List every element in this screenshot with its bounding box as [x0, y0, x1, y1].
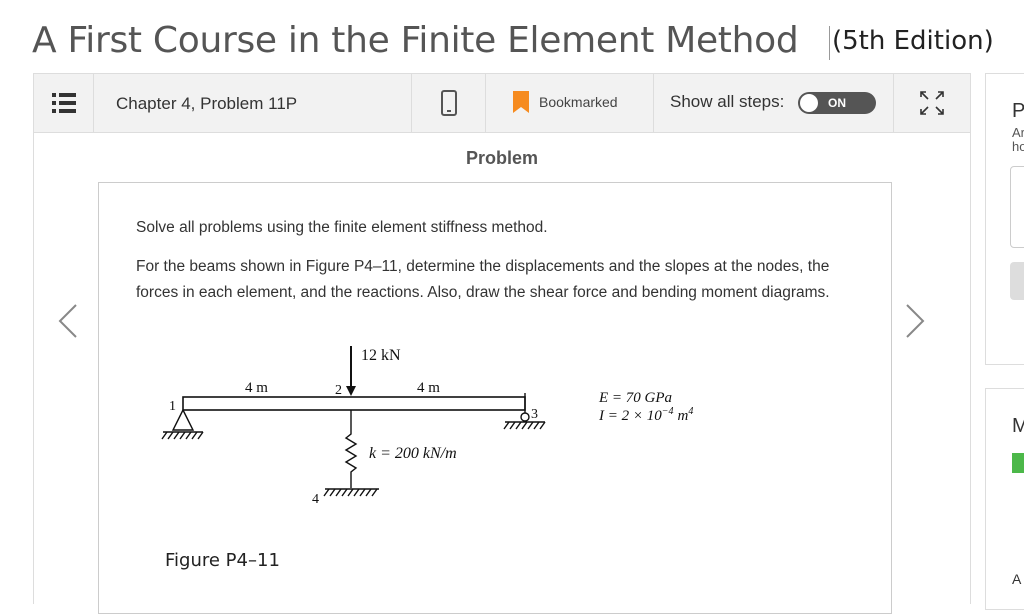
right-panel-2-heading: M: [1012, 415, 1024, 437]
book-title: A First Course in the Finite Element Met…: [32, 20, 799, 61]
progress-indicator: [1012, 453, 1024, 473]
right-panel-text-2: ho: [1012, 139, 1024, 154]
span-left-label: 4 m: [245, 380, 268, 396]
chapter-selector[interactable]: Chapter 4, Problem 11P: [94, 74, 412, 132]
beam: [182, 396, 526, 411]
toggle-state: ON: [828, 96, 846, 110]
solution-panel: Chapter 4, Problem 11P Bookmarked Show a…: [33, 73, 971, 614]
problem-instruction: Solve all problems using the finite elem…: [136, 219, 548, 236]
beam-figure: 12 kN 4 m 4 m 1 2 3 4 k = 200 kN/m E = 7…: [161, 346, 693, 571]
book-edition: (5th Edition): [832, 26, 994, 56]
show-steps-control: Show all steps: ON: [654, 74, 894, 132]
right-panel-button[interactable]: [1010, 262, 1024, 300]
spring-label: k = 200 kN/m: [369, 445, 457, 462]
load-arrow-head: [346, 386, 356, 396]
problem-heading: Problem: [465, 148, 539, 168]
node-1-label: 1: [169, 399, 176, 414]
inertia-base: I = 2 × 10: [598, 408, 662, 424]
chapter-list-button[interactable]: [34, 74, 94, 132]
list-icon: [52, 93, 76, 113]
right-panel-input[interactable]: [1010, 166, 1024, 248]
toggle-knob: [800, 94, 818, 112]
previous-arrow-icon[interactable]: [56, 303, 80, 339]
next-arrow-icon[interactable]: [903, 303, 927, 339]
show-steps-toggle[interactable]: ON: [798, 92, 876, 114]
expand-icon: [920, 91, 944, 115]
right-panel-2-footer: A: [1012, 571, 1022, 587]
phone-icon: [441, 90, 457, 116]
modulus-label: E = 70 GPa: [598, 390, 672, 406]
expand-button[interactable]: [894, 74, 970, 132]
span-right-label: 4 m: [417, 380, 440, 396]
right-panel-text-1: Ar: [1012, 125, 1024, 140]
node-2-label: 2: [335, 383, 342, 398]
inertia-unit: m: [678, 408, 689, 424]
bookmark-label: Bookmarked: [539, 94, 618, 110]
pin-support: [161, 408, 204, 440]
show-steps-label: Show all steps:: [670, 92, 785, 111]
right-panel-top: P Ar ho: [985, 73, 1024, 365]
bookmark-button[interactable]: Bookmarked: [486, 74, 654, 132]
inertia-label: I = 2 × 10−4 m4: [598, 406, 693, 424]
problem-text: For the beams shown in Figure P4–11, det…: [136, 258, 830, 301]
problem-card: Solve all problems using the finite elem…: [98, 182, 892, 614]
chapter-label: Chapter 4, Problem 11P: [116, 94, 298, 113]
figure-caption: Figure P4–11: [165, 550, 280, 571]
load-label: 12 kN: [361, 347, 401, 364]
right-panel-bottom: M A: [985, 388, 1024, 610]
device-view-button[interactable]: [412, 74, 486, 132]
node-4-label: 4: [312, 492, 319, 507]
node-3-label: 3: [531, 407, 538, 422]
inertia-unit-exponent: 4: [688, 406, 693, 417]
toolbar: Chapter 4, Problem 11P Bookmarked Show a…: [34, 74, 970, 133]
title-divider: [829, 26, 830, 60]
inertia-exponent: −4: [662, 406, 674, 417]
bookmark-icon: [513, 91, 529, 113]
right-panel-heading: P: [1012, 100, 1024, 122]
